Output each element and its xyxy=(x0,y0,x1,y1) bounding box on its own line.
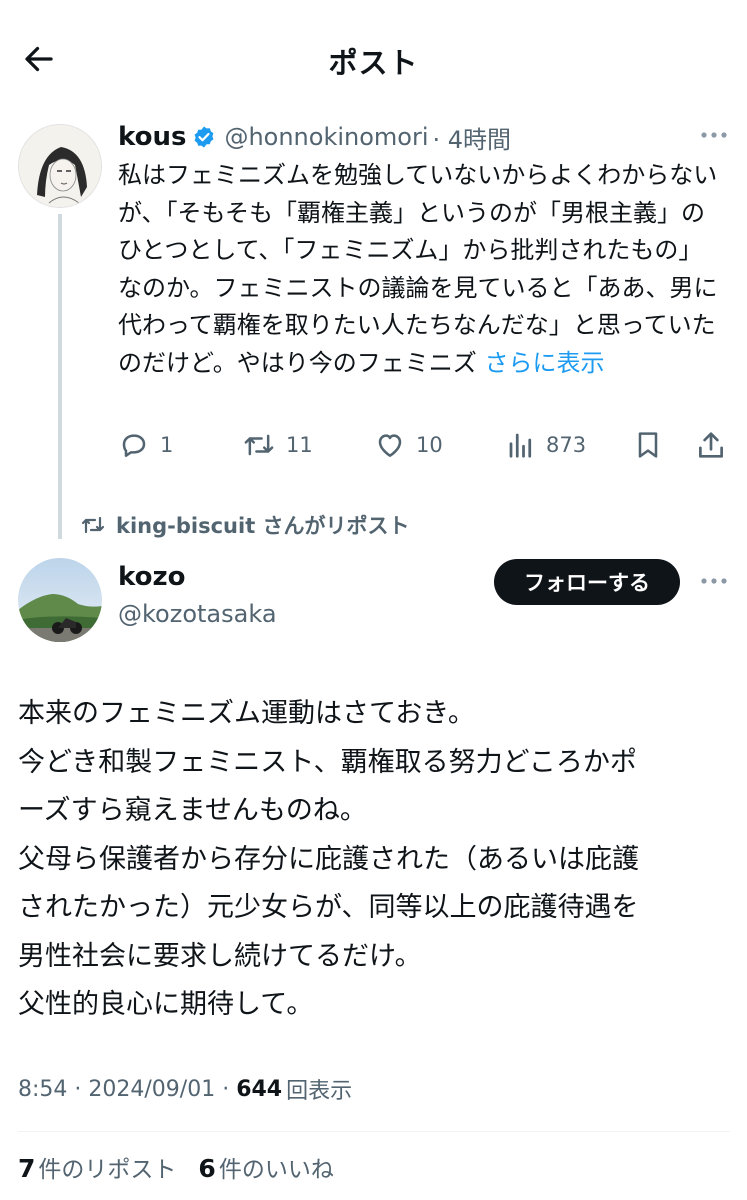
more-button[interactable] xyxy=(696,566,732,596)
retweet-icon xyxy=(81,516,105,534)
tweet-text: 本来のフェミニズム運動はさておき。 今どき和製フェミニスト、覇権取る努力どころか… xyxy=(18,690,730,1030)
tweet-body: 私はフェミニズムを勉強していないからよくわからないが、「そもそも「覇権主義」とい… xyxy=(118,161,718,377)
tweet-date[interactable]: 2024/09/01 xyxy=(88,1077,215,1102)
reply-button[interactable]: 1 xyxy=(118,424,173,466)
tweet-text: 私はフェミニズムを勉強していないからよくわからないが、「そもそも「覇権主義」とい… xyxy=(118,157,718,382)
more-button[interactable] xyxy=(696,120,732,150)
views-icon xyxy=(509,433,532,458)
top-bar: ポスト xyxy=(0,0,747,116)
author-handle[interactable]: @honnokinomori xyxy=(224,123,428,151)
engagement-stats: 7 件のリポスト 6 件のいいね xyxy=(18,1148,334,1186)
action-bar: 1 11 10 873 xyxy=(118,424,730,466)
bookmark-button[interactable] xyxy=(632,424,664,466)
author-name[interactable]: kozo xyxy=(118,562,185,592)
views-button[interactable]: 873 xyxy=(506,424,586,466)
meta-separator: · xyxy=(215,1076,237,1102)
like-label: 件のいいね xyxy=(218,1157,334,1183)
tweet-time[interactable]: · 4時間 xyxy=(433,120,512,155)
more-icon xyxy=(701,132,727,138)
author-name[interactable]: kous xyxy=(118,122,186,152)
retweet-count: 11 xyxy=(286,433,313,457)
tweet-line: 本来のフェミニズム運動はさておき。 xyxy=(18,698,475,729)
tweet-line: 父性的良心に期待して。 xyxy=(18,989,314,1020)
tweet-header: kous @honnokinomori · 4時間 xyxy=(118,118,511,156)
like-count: 6 xyxy=(198,1154,216,1183)
reply-icon xyxy=(122,434,146,457)
view-count: 644 xyxy=(236,1076,283,1102)
repost-label: 件のリポスト xyxy=(38,1157,177,1183)
reply-count: 1 xyxy=(160,433,174,457)
view-label: 回表示 xyxy=(286,1079,353,1104)
share-button[interactable] xyxy=(694,424,728,466)
tweet-line: 今どき和製フェミニスト、覇権取る努力どころかポ xyxy=(18,746,637,778)
more-icon xyxy=(701,578,727,584)
repost-stat[interactable]: 7 件のリポスト xyxy=(18,1150,176,1184)
page-title: ポスト xyxy=(328,46,419,80)
verified-badge-icon xyxy=(192,125,216,149)
repost-note[interactable]: king-biscuit さんがリポスト xyxy=(80,509,410,541)
meta-separator: · xyxy=(67,1076,89,1102)
follow-button[interactable]: フォローする xyxy=(494,559,680,605)
like-icon xyxy=(378,434,402,457)
tweet-time[interactable]: 8:54 xyxy=(18,1077,67,1102)
share-icon xyxy=(699,432,723,458)
tweet-line: 父母ら保護者から存分に庇護された（あるいは庇護 xyxy=(18,843,639,875)
bookmark-icon xyxy=(638,432,658,458)
repost-note-text: king-biscuit さんがリポスト xyxy=(116,514,410,538)
tweet-line: されたかった）元少女らが、同等以上の庇護待遇を xyxy=(18,892,639,923)
show-more-link[interactable]: さらに表示 xyxy=(484,349,604,377)
repost-count: 7 xyxy=(18,1154,36,1183)
thread-connector xyxy=(58,214,62,539)
retweet-icon xyxy=(244,434,274,456)
like-button[interactable]: 10 xyxy=(374,424,443,466)
like-stat[interactable]: 6 件のいいね xyxy=(198,1150,333,1184)
tweet-meta: 8:54 · 2024/09/01 · 644 回表示 xyxy=(18,1071,352,1107)
divider xyxy=(18,1131,730,1132)
avatar[interactable] xyxy=(18,124,102,208)
tweet-line: ーズすら窺えませんものね。 xyxy=(18,795,367,826)
like-count: 10 xyxy=(416,433,443,457)
tweet-line: 男性社会に要求し続けてるだけ。 xyxy=(18,940,422,972)
avatar[interactable] xyxy=(18,558,102,642)
retweet-button[interactable]: 11 xyxy=(242,424,313,466)
author-handle[interactable]: @kozotasaka xyxy=(118,600,277,628)
view-count: 873 xyxy=(546,433,587,457)
